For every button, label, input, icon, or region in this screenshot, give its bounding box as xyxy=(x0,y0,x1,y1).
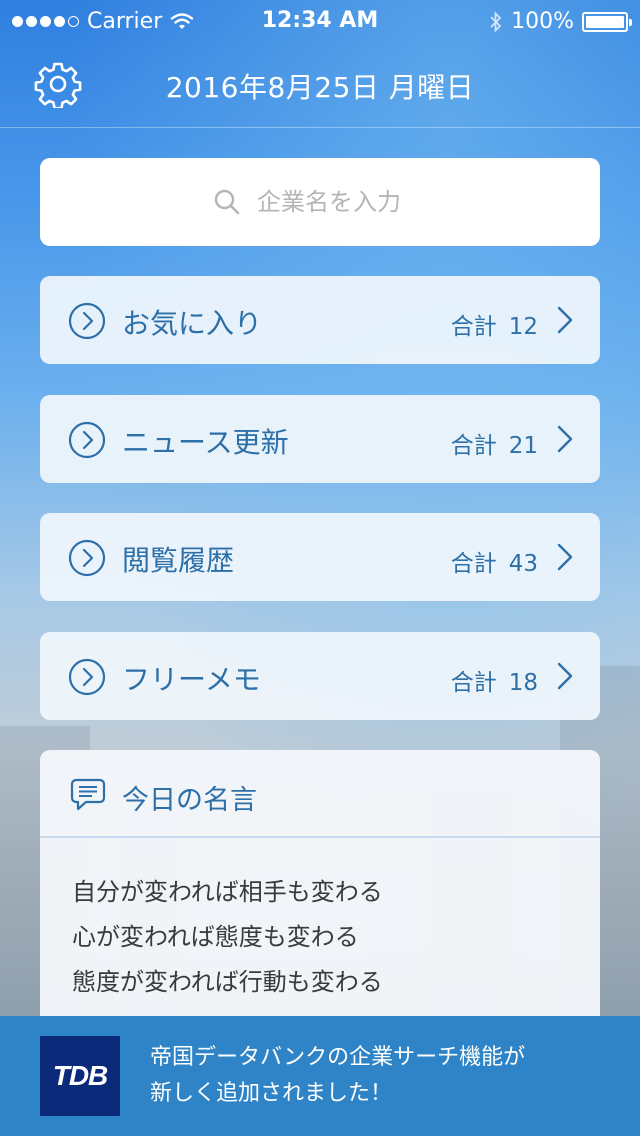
chevron-right-icon xyxy=(557,425,573,453)
count-value: 43 xyxy=(508,551,538,577)
circle-chevron-right-icon xyxy=(68,658,106,696)
circle-chevron-right-icon xyxy=(68,539,106,577)
menu-item-count: 合計 43 xyxy=(451,544,538,578)
search-box[interactable] xyxy=(40,158,600,246)
search-icon xyxy=(214,189,240,215)
announcement-banner[interactable]: TDB 帝国データバンクの企業サーチ機能が 新しく追加されました！ xyxy=(0,1016,640,1136)
search-input[interactable] xyxy=(257,188,427,216)
chevron-right-icon xyxy=(557,306,573,334)
quote-body: 自分が変われば相手も変わる 心が変われば態度も変わる 態度が変われば行動も変わる xyxy=(40,838,600,1005)
menu-item-count: 合計 18 xyxy=(451,663,538,697)
menu-item-label: 閲覧履歴 xyxy=(122,544,235,577)
status-bar: Carrier 12:34 AM 100% xyxy=(0,0,640,40)
chevron-right-icon xyxy=(557,543,573,571)
bluetooth-icon xyxy=(490,10,502,33)
quote-line: 自分が変われば相手も変わる xyxy=(72,878,383,906)
count-value: 21 xyxy=(508,433,538,459)
chevron-right-icon xyxy=(557,662,573,690)
banner-text: 帝国データバンクの企業サーチ機能が 新しく追加されました！ xyxy=(150,1040,525,1112)
battery-percent: 100% xyxy=(511,9,574,34)
count-label: 合計 xyxy=(450,670,497,696)
menu-item-news[interactable]: ニュース更新 合計 21 xyxy=(40,395,600,483)
menu-item-label: フリーメモ xyxy=(122,663,261,696)
circle-chevron-right-icon xyxy=(68,421,106,459)
tdb-logo: TDB xyxy=(40,1036,120,1116)
circle-chevron-right-icon xyxy=(68,302,106,340)
count-value: 18 xyxy=(508,670,538,696)
quote-title: 今日の名言 xyxy=(122,785,257,816)
status-right: 100% xyxy=(489,9,632,34)
menu-item-memo[interactable]: フリーメモ 合計 18 xyxy=(40,632,600,720)
menu-item-history[interactable]: 閲覧履歴 合計 43 xyxy=(40,513,600,601)
count-value: 12 xyxy=(508,314,538,340)
date-title: 2016年8月25日 月曜日 xyxy=(165,71,475,104)
menu-item-count: 合計 21 xyxy=(451,426,538,460)
quote-line: 心が変われば態度も変わる xyxy=(72,923,359,951)
banner-line: 帝国データバンクの企業サーチ機能が xyxy=(150,1045,526,1070)
battery-icon xyxy=(582,11,632,32)
speech-bubble-icon xyxy=(70,778,106,811)
quote-header: 今日の名言 xyxy=(40,750,600,838)
count-label: 合計 xyxy=(450,551,497,577)
banner-line: 新しく追加されました！ xyxy=(150,1081,393,1106)
menu-item-favorites[interactable]: お気に入り 合計 12 xyxy=(40,276,600,364)
quote-card: 今日の名言 自分が変われば相手も変わる 心が変われば態度も変わる 態度が変われば… xyxy=(40,750,600,1040)
nav-bar: 2016年8月25日 月曜日 xyxy=(0,40,640,128)
menu-item-count: 合計 12 xyxy=(451,307,538,341)
menu-item-label: お気に入り xyxy=(122,307,263,340)
count-label: 合計 xyxy=(450,314,497,340)
count-label: 合計 xyxy=(450,433,497,459)
quote-line: 態度が変われば行動も変わる xyxy=(72,968,383,996)
menu-item-label: ニュース更新 xyxy=(122,426,289,459)
